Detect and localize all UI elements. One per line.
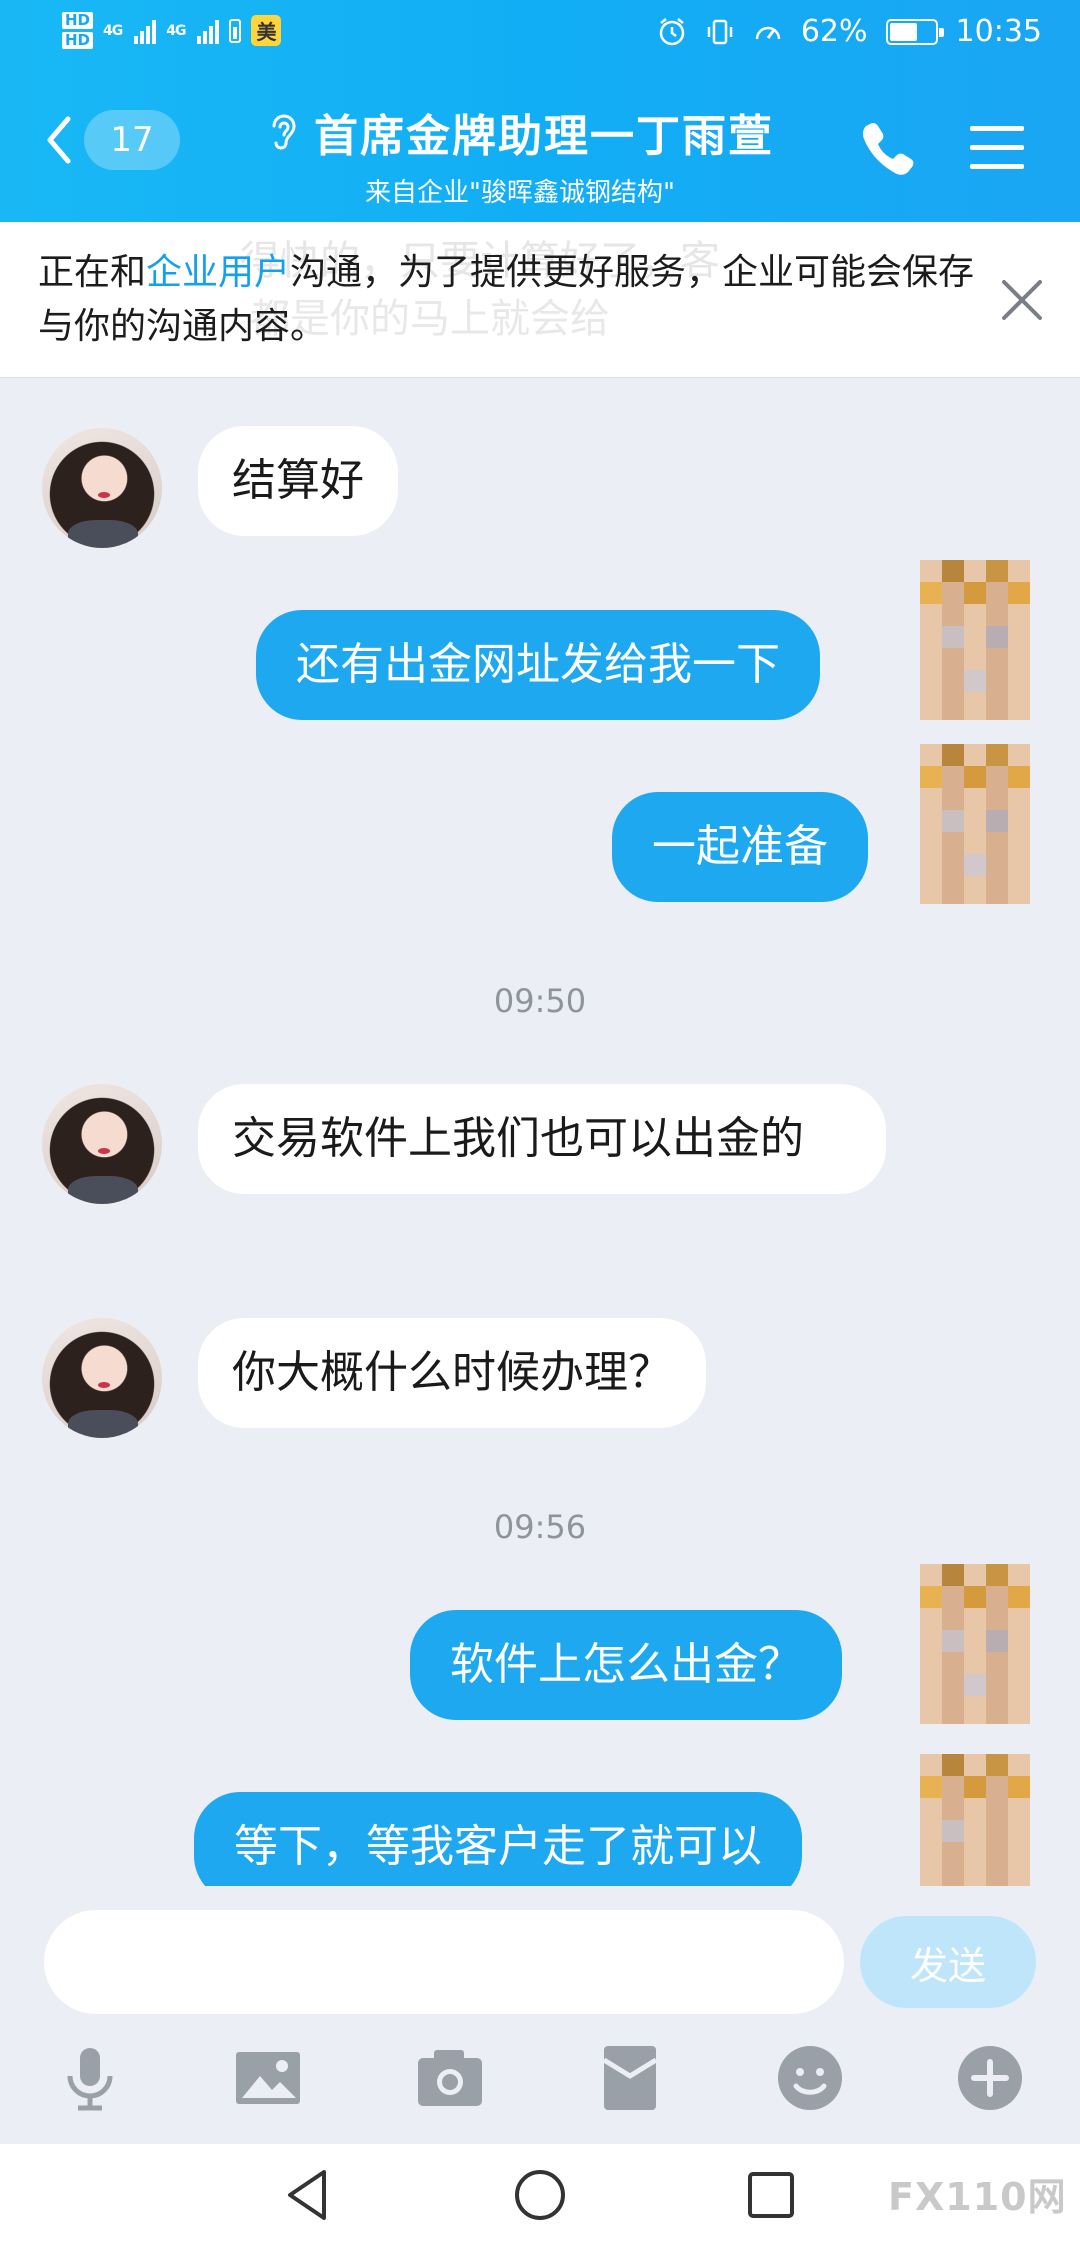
input-bar: 发送 bbox=[0, 1886, 1080, 2018]
back-button[interactable]: 17 bbox=[44, 110, 180, 170]
notice-text-before: 正在和 bbox=[38, 252, 147, 293]
contact-avatar[interactable] bbox=[42, 1084, 162, 1204]
battery-icon bbox=[885, 18, 944, 45]
ear-icon bbox=[272, 114, 296, 150]
clock: 10:35 bbox=[955, 14, 1042, 49]
contact-avatar[interactable] bbox=[42, 1318, 162, 1438]
alarm-icon bbox=[659, 17, 685, 45]
my-avatar[interactable] bbox=[920, 1754, 1030, 1886]
notification-battery-icon bbox=[229, 18, 242, 43]
contact-avatar[interactable] bbox=[42, 428, 162, 548]
hd2-indicator: HD bbox=[62, 32, 94, 49]
camera-icon[interactable] bbox=[414, 2042, 486, 2114]
signal-1-icon bbox=[134, 18, 157, 44]
network-type-1: 4G bbox=[103, 22, 123, 39]
app-header: HD HD 4G 4G 美 62% 10:35 17 首席金牌助理一丁雨萱 来自… bbox=[0, 0, 1080, 222]
speed-icon bbox=[755, 26, 781, 39]
nav-home-icon[interactable] bbox=[511, 2166, 569, 2224]
message-bubble-left[interactable]: 交易软件上我们也可以出金的 bbox=[198, 1084, 886, 1194]
emoji-icon[interactable] bbox=[774, 2042, 846, 2114]
hd1-indicator: HD bbox=[62, 12, 94, 29]
close-icon[interactable] bbox=[998, 276, 1046, 324]
network-type-2: 4G bbox=[166, 22, 186, 39]
battery-percent: 62% bbox=[800, 14, 868, 49]
page-title: 首席金牌助理一丁雨萱 bbox=[314, 111, 774, 162]
message-bubble-right[interactable]: 等下，等我客户走了就可以 bbox=[194, 1792, 802, 1886]
message-input[interactable] bbox=[44, 1910, 844, 2014]
chat-title-area[interactable]: 首席金牌助理一丁雨萱 来自企业"骏晖鑫诚钢结构" bbox=[220, 100, 820, 209]
vibrate-icon bbox=[707, 19, 733, 44]
chevron-left-icon bbox=[47, 116, 71, 164]
status-right: 62% 10:35 bbox=[657, 14, 1042, 49]
status-left: HD HD 4G 4G 美 bbox=[62, 12, 282, 49]
timestamp: 09:50 bbox=[493, 982, 587, 1020]
nav-recents-icon[interactable] bbox=[742, 2166, 800, 2224]
my-avatar[interactable] bbox=[920, 560, 1030, 720]
message-bubble-right[interactable]: 还有出金网址发给我一下 bbox=[256, 610, 820, 720]
notice-text: 正在和企业用户沟通，为了提供更好服务，企业可能会保存与你的沟通内容。 bbox=[38, 246, 988, 354]
message-bubble-left[interactable]: 你大概什么时候办理？ bbox=[198, 1318, 706, 1428]
timestamp: 09:56 bbox=[493, 1508, 587, 1546]
microphone-icon[interactable] bbox=[54, 2042, 126, 2114]
battery-fill bbox=[889, 22, 917, 41]
title-row: 首席金牌助理一丁雨萱 bbox=[220, 100, 820, 164]
message-bubble-right[interactable]: 软件上怎么出金？ bbox=[410, 1610, 842, 1720]
plus-icon[interactable] bbox=[954, 2042, 1026, 2114]
message-list[interactable]: 结算好 还有出金网址发给我一下 一起准备 09:50 交易软件上我们也可以出金的… bbox=[0, 378, 1080, 1886]
phone-icon[interactable] bbox=[858, 118, 914, 178]
message-bubble-right[interactable]: 一起准备 bbox=[612, 792, 868, 902]
watermark-logo: FX110网 bbox=[888, 2175, 1067, 2219]
page-subtitle: 来自企业"骏晖鑫诚钢结构" bbox=[365, 178, 675, 208]
my-avatar[interactable] bbox=[920, 1564, 1030, 1724]
unread-count-badge: 17 bbox=[84, 110, 180, 170]
image-icon[interactable] bbox=[232, 2042, 304, 2114]
privacy-notice-banner: 得快的，只要计算好了，客 都是你的马上就会给 正在和企业用户沟通，为了提供更好服… bbox=[0, 222, 1080, 378]
red-packet-icon[interactable] bbox=[594, 2042, 666, 2114]
hd-indicators: HD HD bbox=[62, 12, 94, 49]
status-bar: HD HD 4G 4G 美 62% 10:35 bbox=[0, 0, 1080, 72]
send-button[interactable]: 发送 bbox=[860, 1916, 1036, 2008]
signal-2-icon bbox=[197, 18, 220, 44]
menu-icon[interactable] bbox=[966, 120, 1028, 174]
nav-back-icon[interactable] bbox=[280, 2166, 338, 2224]
my-avatar[interactable] bbox=[920, 744, 1030, 904]
app-badge: 美 bbox=[251, 15, 282, 46]
input-toolbar bbox=[0, 2018, 1080, 2144]
message-bubble-left[interactable]: 结算好 bbox=[198, 426, 398, 536]
enterprise-user-link[interactable]: 企业用户 bbox=[146, 252, 290, 293]
title-bar: 17 首席金牌助理一丁雨萱 来自企业"骏晖鑫诚钢结构" bbox=[0, 72, 1080, 222]
